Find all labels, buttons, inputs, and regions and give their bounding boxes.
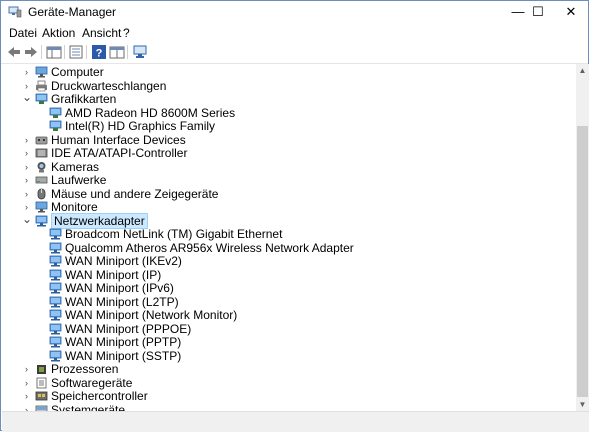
device-manager-app-icon — [8, 6, 22, 18]
menu-view[interactable]: Ansicht — [82, 26, 121, 40]
scan-hardware-changes-icon[interactable] — [132, 44, 148, 60]
back-arrow-icon[interactable] — [6, 44, 22, 60]
menu-file[interactable]: Datei — [9, 26, 37, 40]
tree-item-label: WAN Miniport (PPPOE) — [65, 321, 192, 336]
network-adapter-icon — [49, 296, 62, 307]
tree-item-label: Intel(R) HD Graphics Family — [65, 119, 216, 133]
network-adapter-icon — [49, 336, 62, 348]
tree-item-label: Druckwarteschlangen — [51, 78, 167, 93]
network-adapter-icon — [49, 282, 62, 294]
device-tree[interactable]: › Computer › Druckwarteschlangen ⌄ Grafikkart… — [2, 64, 576, 411]
storage-controller-icon — [35, 391, 48, 401]
software-device-icon — [36, 377, 47, 388]
network-adapter-icon — [49, 323, 62, 334]
forward-arrow-icon[interactable] — [23, 44, 39, 60]
system-device-icon — [35, 405, 48, 411]
properties-icon[interactable] — [68, 44, 84, 60]
collapsed-chevron-icon[interactable]: › — [22, 390, 31, 403]
vertical-scrollbar-thumb[interactable] — [577, 126, 588, 397]
toolbar: ? — [1, 41, 588, 64]
toolbar-separator — [86, 45, 87, 59]
collapsed-chevron-icon[interactable]: › — [22, 363, 31, 376]
view-resources-icon[interactable] — [109, 44, 125, 60]
collapsed-chevron-icon[interactable]: › — [22, 377, 31, 390]
tree-item-label: Mäuse und andere Zeigegeräte — [51, 186, 219, 201]
tree-item-label: Laufwerke — [51, 173, 107, 187]
display-adapter-icon — [35, 93, 48, 104]
toolbar-separator — [64, 45, 65, 59]
collapsed-chevron-icon[interactable]: › — [22, 188, 31, 201]
close-button[interactable]: ✕ — [548, 1, 590, 23]
camera-icon — [37, 161, 46, 172]
toolbar-separator — [41, 45, 42, 59]
tree-item-label: WAN Miniport (L2TP) — [65, 294, 179, 309]
toolbar-separator — [127, 45, 128, 59]
tree-item-label: Systemgeräte — [51, 402, 126, 412]
network-adapter-icon — [49, 228, 62, 240]
drive-icon — [35, 176, 48, 184]
processor-icon — [37, 365, 46, 374]
tree-item-label: Qualcomm Atheros AR956x Wireless Network… — [65, 240, 354, 255]
collapsed-chevron-icon[interactable]: › — [22, 134, 31, 147]
menu-bar: Datei Aktion Ansicht ? — [1, 23, 588, 41]
tree-item-label: WAN Miniport (IP) — [65, 267, 162, 282]
network-adapter-icon — [35, 215, 48, 226]
tree-item-label: WAN Miniport (IKEv2) — [65, 254, 182, 268]
tree-item-label: WAN Miniport (Network Monitor) — [65, 308, 238, 322]
monitor-icon — [35, 66, 48, 78]
scroll-down-arrow-icon[interactable]: ▼ — [576, 398, 589, 411]
menu-help[interactable]: ? — [123, 26, 130, 40]
tree-item-label: Computer — [51, 65, 104, 79]
display-adapter-icon — [49, 120, 62, 131]
tree-item-label: AMD Radeon HD 8600M Series — [65, 105, 236, 120]
window-title: Geräte-Manager — [28, 5, 117, 19]
ide-controller-icon — [35, 148, 48, 158]
network-adapter-icon — [49, 255, 62, 267]
tree-item-label: WAN Miniport (IPv6) — [65, 281, 174, 295]
expanded-chevron-icon[interactable]: ⌄ — [22, 213, 32, 228]
tree-item-label: IDE ATA/ATAPI-Controller — [51, 146, 188, 160]
menu-action[interactable]: Aktion — [42, 26, 75, 40]
collapsed-chevron-icon[interactable]: › — [22, 404, 31, 412]
tree-item-label: Softwaregeräte — [51, 375, 133, 390]
tree-item-label: Grafikkarten — [51, 92, 117, 106]
network-adapter-icon — [49, 350, 62, 361]
hid-icon — [35, 136, 48, 144]
printer-icon — [36, 80, 47, 91]
network-adapter-icon — [49, 242, 62, 253]
collapsed-chevron-icon[interactable]: › — [22, 147, 31, 160]
svg-text:?: ? — [96, 48, 103, 60]
collapsed-chevron-icon[interactable]: › — [22, 161, 31, 174]
help-icon[interactable]: ? — [91, 44, 107, 60]
tree-item-label: WAN Miniport (PPTP) — [65, 335, 182, 349]
monitor-icon — [35, 201, 48, 213]
scroll-up-arrow-icon[interactable]: ▲ — [576, 64, 589, 77]
display-adapter-icon — [49, 107, 62, 118]
tree-item-label: Kameras — [51, 159, 100, 174]
tree-item-label: Speichercontroller — [51, 389, 148, 403]
status-bar — [2, 411, 589, 432]
device-manager-window: Geräte-Manager — ☐ ✕ Datei Aktion Ansich… — [0, 0, 589, 432]
network-adapter-icon — [49, 309, 62, 321]
collapsed-chevron-icon[interactable]: › — [22, 66, 31, 79]
tree-item-label: Human Interface Devices — [51, 132, 186, 147]
vertical-scrollbar[interactable]: ▲ ▼ — [576, 64, 589, 411]
title-bar[interactable]: Geräte-Manager — ☐ ✕ — [1, 1, 588, 23]
mouse-icon — [37, 188, 46, 199]
show-hide-console-tree-icon[interactable] — [46, 44, 62, 60]
collapsed-chevron-icon[interactable]: › — [22, 174, 31, 187]
tree-item-label: Broadcom NetLink (TM) Gigabit Ethernet — [65, 227, 283, 241]
expanded-chevron-icon[interactable]: ⌄ — [22, 91, 32, 106]
tree-item-label: Prozessoren — [51, 362, 119, 376]
tree-item-label: WAN Miniport (SSTP) — [65, 348, 182, 363]
network-adapter-icon — [49, 269, 62, 280]
